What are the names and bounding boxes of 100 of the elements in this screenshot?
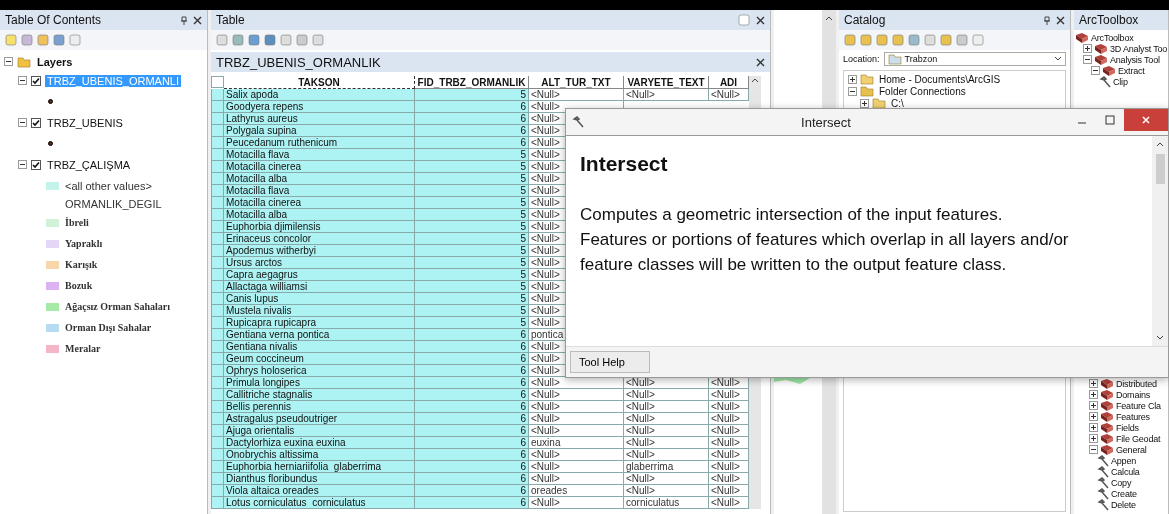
table-cell: <Null> bbox=[529, 461, 624, 473]
table-cell: Goodyera repens bbox=[224, 101, 415, 113]
table-cell: 6 bbox=[415, 377, 529, 389]
table-cell: 5 bbox=[415, 281, 529, 293]
table-cell: Bellis perennis bbox=[224, 401, 415, 413]
table-cell: <Null> bbox=[624, 449, 709, 461]
table-cell: Ophrys holoserica bbox=[224, 365, 415, 377]
table-cell: Peucedanum ruthenicum bbox=[224, 137, 415, 149]
table-cell: <Null> bbox=[529, 401, 624, 413]
table-cell: <Null> bbox=[709, 485, 749, 497]
table-cell: 6 bbox=[415, 461, 529, 473]
table-cell: Dactylorhiza euxina euxina bbox=[224, 437, 415, 449]
table-cell: <Null> bbox=[624, 401, 709, 413]
table-cell: 6 bbox=[415, 437, 529, 449]
table-cell: <Null> bbox=[709, 425, 749, 437]
table-cell: Primula longipes bbox=[224, 377, 415, 389]
table-cell: Motacilla alba bbox=[224, 173, 415, 185]
table-cell: Onobrychis altissima bbox=[224, 449, 415, 461]
panel-title: Table Of Contents bbox=[5, 13, 102, 27]
legend-label: Ağaçsız Orman Sahaları bbox=[65, 301, 170, 312]
panel-title: Catalog bbox=[844, 13, 886, 27]
legend-heading: ORMANLIK_DEGIL bbox=[65, 198, 162, 210]
table-cell: Salix apoda bbox=[224, 89, 415, 101]
table-cell: 6 bbox=[415, 401, 529, 413]
table-cell: 6 bbox=[415, 449, 529, 461]
table-cell: <Null> bbox=[529, 497, 624, 509]
table-cell: <Null> bbox=[709, 473, 749, 485]
table-cell: <Null> bbox=[709, 461, 749, 473]
table-cell: 5 bbox=[415, 185, 529, 197]
table-cell: Ursus arctos bbox=[224, 257, 415, 269]
table-cell: Motacilla flava bbox=[224, 185, 415, 197]
table-cell: 5 bbox=[415, 233, 529, 245]
table-cell: <Null> bbox=[624, 485, 709, 497]
table-cell: Dianthus floribundus bbox=[224, 473, 415, 485]
table-cell: Callitriche stagnalis bbox=[224, 389, 415, 401]
table-cell: Allactaga williamsi bbox=[224, 281, 415, 293]
table-cell: <Null> bbox=[624, 89, 709, 101]
table-cell: 5 bbox=[415, 221, 529, 233]
table-cell: Euphorbia herniariifolia glaberrima bbox=[224, 461, 415, 473]
table-cell: Gentiana verna pontica bbox=[224, 329, 415, 341]
table-cell: <Null> bbox=[529, 89, 624, 101]
table-cell: <Null> bbox=[624, 389, 709, 401]
table-cell: 6 bbox=[415, 365, 529, 377]
table-cell: 6 bbox=[415, 137, 529, 149]
table-cell: 5 bbox=[415, 269, 529, 281]
table-cell: <Null> bbox=[529, 425, 624, 437]
table-cell: oreades bbox=[529, 485, 624, 497]
legend-label: Meralar bbox=[65, 343, 101, 354]
table-cell: <Null> bbox=[529, 389, 624, 401]
legend-label: <all other values> bbox=[65, 179, 152, 192]
table-cell: 6 bbox=[415, 125, 529, 137]
table-cell: <Null> bbox=[624, 473, 709, 485]
legend-label: Karışık bbox=[65, 259, 98, 270]
table-cell: 6 bbox=[415, 329, 529, 341]
table-cell: glaberrima bbox=[624, 461, 709, 473]
table-cell: Euphorbia djimilensis bbox=[224, 221, 415, 233]
table-cell: Canis lupus bbox=[224, 293, 415, 305]
table-cell: 5 bbox=[415, 149, 529, 161]
table-cell: 5 bbox=[415, 305, 529, 317]
table-cell: <Null> bbox=[709, 497, 749, 509]
table-cell: Viola altaica oreades bbox=[224, 485, 415, 497]
table-cell: <Null> bbox=[529, 413, 624, 425]
legend-label: Bozuk bbox=[65, 280, 93, 291]
table-cell: 5 bbox=[415, 209, 529, 221]
legend-label: Orman Dışı Sahalar bbox=[65, 322, 152, 333]
table-cell: <Null> bbox=[709, 89, 749, 101]
table-cell: Motacilla flava bbox=[224, 149, 415, 161]
table-cell: Mustela nivalis bbox=[224, 305, 415, 317]
dialog-title: Intersect bbox=[800, 114, 852, 130]
table-cell: Capra aegagrus bbox=[224, 269, 415, 281]
table-cell: <Null> bbox=[624, 413, 709, 425]
table-cell: Erinaceus concolor bbox=[224, 233, 415, 245]
table-cell: 5 bbox=[415, 293, 529, 305]
table-cell: <Null> bbox=[709, 389, 749, 401]
table-cell: Motacilla cinerea bbox=[224, 197, 415, 209]
location-label: Location: bbox=[843, 54, 880, 64]
table-cell: Ajuga orientalis bbox=[224, 425, 415, 437]
table-cell: <Null> bbox=[709, 449, 749, 461]
table-cell: Motacilla alba bbox=[224, 209, 415, 221]
panel-title: ArcToolbox bbox=[1079, 13, 1139, 27]
table-cell: euxina bbox=[529, 437, 624, 449]
table-cell: <Null> bbox=[709, 413, 749, 425]
table-cell: 6 bbox=[415, 485, 529, 497]
table-cell: 5 bbox=[415, 161, 529, 173]
table-cell: 6 bbox=[415, 425, 529, 437]
table-cell: corniculatus bbox=[624, 497, 709, 509]
table-cell: <Null> bbox=[624, 425, 709, 437]
table-cell: Gentiana nivalis bbox=[224, 341, 415, 353]
table-cell: 5 bbox=[415, 197, 529, 209]
table-cell: <Null> bbox=[709, 401, 749, 413]
table-cell: 6 bbox=[415, 113, 529, 125]
table-cell: 6 bbox=[415, 413, 529, 425]
table-cell: Lathyrus aureus bbox=[224, 113, 415, 125]
table-cell: 5 bbox=[415, 317, 529, 329]
table-cell: Astragalus pseudoutriger bbox=[224, 413, 415, 425]
table-cell: 5 bbox=[415, 257, 529, 269]
table-cell: <Null> bbox=[709, 437, 749, 449]
table-cell: 6 bbox=[415, 473, 529, 485]
legend-label: Yapraklı bbox=[65, 238, 103, 249]
table-cell: 6 bbox=[415, 353, 529, 365]
